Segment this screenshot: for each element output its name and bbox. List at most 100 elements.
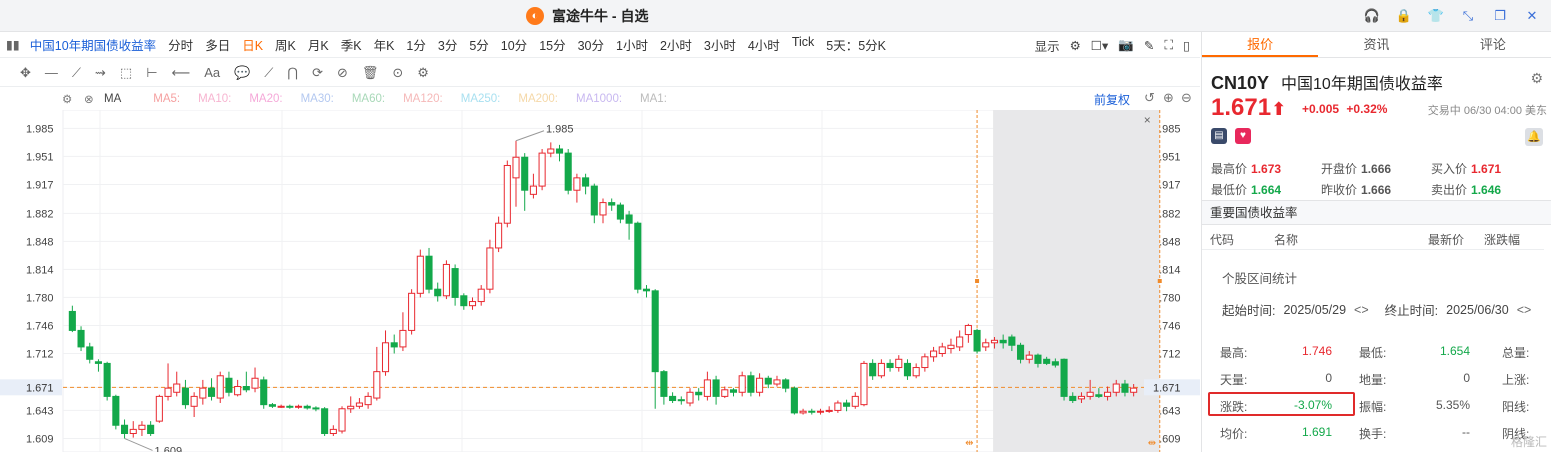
drawing-tool-icon[interactable]: ✥ <box>20 65 31 81</box>
end-date[interactable]: 2025/06/30 <box>1446 303 1509 317</box>
period-tab[interactable]: Tick <box>786 35 820 54</box>
period-tab[interactable]: 1分 <box>400 35 431 54</box>
candle-body <box>364 395 372 406</box>
drawing-tool-icon[interactable]: ⟳ <box>312 65 323 81</box>
shirt-icon[interactable]: 👕 <box>1427 7 1445 25</box>
favorite-heart-icon[interactable]: ♥ <box>1235 128 1251 144</box>
pen-icon[interactable]: ✎ <box>1144 38 1154 53</box>
candle-body <box>1086 391 1094 397</box>
ma-item[interactable]: MA10: <box>198 93 231 105</box>
layout-icon[interactable]: ☐▾ <box>1091 38 1108 53</box>
candle-body <box>495 222 503 249</box>
ma-item[interactable]: MA5: <box>153 93 180 105</box>
restore-mode-label[interactable]: 前复权 <box>1094 91 1130 108</box>
stat-value: -- <box>1462 425 1470 439</box>
drawing-tool-icon[interactable]: ⬚ <box>120 65 132 81</box>
drawing-tool-icon[interactable]: ⊙ <box>392 65 403 81</box>
kline-chart[interactable]: 1.985 1.985 1.951 1.951 1.917 1.917 1.882 1.882… <box>0 109 1200 455</box>
shrink-icon[interactable]: ⤡ <box>1459 7 1477 25</box>
ma-item[interactable]: MA120: <box>403 93 443 105</box>
period-tab[interactable]: 3小时 <box>698 35 742 54</box>
ma-item[interactable]: MA1: <box>640 93 667 105</box>
candle-body <box>312 407 320 410</box>
lock-icon[interactable]: 🔒 <box>1395 7 1413 25</box>
ma-item[interactable]: MA30: <box>301 93 334 105</box>
candle-body <box>451 268 459 298</box>
sidebar-toggle-icon[interactable]: ▮▮ <box>0 37 26 52</box>
panel-tab[interactable]: 报价 <box>1202 32 1319 57</box>
drawing-tool-icon[interactable]: ⇝ <box>95 65 106 81</box>
candle-body <box>138 424 146 430</box>
period-tab[interactable]: 1小时 <box>610 35 654 54</box>
stat-label: 上涨: <box>1502 373 1530 387</box>
candle-body <box>329 428 337 435</box>
drawing-tool-icon[interactable]: — <box>45 65 58 80</box>
panel-tab[interactable]: 资讯 <box>1318 32 1434 57</box>
list-column-header[interactable]: 代码 <box>1210 231 1234 248</box>
gear-icon[interactable]: ⚙ <box>1530 70 1543 87</box>
drawing-tool-icon[interactable]: 🗑 <box>362 65 379 81</box>
candle-body <box>155 395 163 422</box>
drawing-tool-icon[interactable]: ⊘ <box>337 65 348 81</box>
period-tab[interactable]: 多日 <box>199 35 236 54</box>
drawing-tool-icon[interactable]: Aa <box>204 65 220 80</box>
quote-value: 1.666 <box>1361 162 1392 176</box>
drawing-tool-icon[interactable]: ⊢ <box>146 65 157 81</box>
period-tab[interactable]: 年K <box>368 35 401 54</box>
camera-icon[interactable]: 📷 <box>1118 38 1134 53</box>
restore-icon[interactable]: ❐ <box>1491 7 1509 25</box>
zoom-in-icon[interactable]: ⊕ <box>1163 90 1174 106</box>
candle-body <box>260 379 268 406</box>
period-tab[interactable]: 10分 <box>495 35 533 54</box>
zoom-out-icon[interactable]: ⊖ <box>1181 90 1192 106</box>
start-adjust-icon[interactable]: <> <box>1354 303 1369 317</box>
candle-body <box>286 405 294 408</box>
undo-icon[interactable]: ↺ <box>1144 90 1155 106</box>
panel-toggle-icon[interactable]: ▯ <box>1183 38 1190 53</box>
period-tab[interactable]: 4小时 <box>742 35 786 54</box>
headset-icon[interactable]: 🎧 <box>1363 7 1381 25</box>
ma-close-icon[interactable]: ⊗ <box>84 92 94 106</box>
list-column-header[interactable]: 最新价 <box>1428 231 1464 248</box>
ma-item[interactable]: MA200: <box>518 93 558 105</box>
period-tab[interactable]: 3分 <box>432 35 463 54</box>
period-tab[interactable]: 30分 <box>572 35 610 54</box>
period-tab[interactable]: 日K <box>236 35 269 54</box>
fullscreen-icon[interactable]: ⛶ <box>1164 38 1173 53</box>
up-arrow-icon: ⬆ <box>1271 99 1287 119</box>
panel-tab[interactable]: 评论 <box>1435 32 1551 57</box>
list-column-header[interactable]: 涨跌幅 <box>1484 231 1520 248</box>
stat-value: 0 <box>1325 371 1332 385</box>
end-adjust-icon[interactable]: <> <box>1517 303 1532 317</box>
period-tab[interactable]: 季K <box>335 35 368 54</box>
ma-item[interactable]: MA60: <box>352 93 385 105</box>
start-date[interactable]: 2025/05/29 <box>1283 303 1346 317</box>
drawing-tool-icon[interactable]: ⋂ <box>287 65 298 81</box>
drawing-tool-icon[interactable]: ⟋ <box>264 65 273 81</box>
bell-icon[interactable]: 🔔 <box>1525 128 1543 146</box>
drawing-tool-icon[interactable]: ⟋ <box>72 65 81 81</box>
stock-name-link[interactable]: 中国10年期国债收益率 <box>26 35 162 54</box>
highlight-box <box>1208 392 1355 416</box>
ma-item[interactable]: MA1000: <box>576 93 622 105</box>
ma-item[interactable]: MA250: <box>461 93 501 105</box>
drawing-tool-icon[interactable]: ⚙ <box>417 65 429 81</box>
ma-settings-icon[interactable]: ⚙ <box>62 92 72 106</box>
list-column-header[interactable]: 名称 <box>1274 231 1298 248</box>
period-tab[interactable]: 2小时 <box>654 35 698 54</box>
period-tab[interactable]: 周K <box>269 35 302 54</box>
display-menu[interactable]: 显示 <box>1035 36 1060 55</box>
close-icon[interactable]: ✕ <box>1523 7 1541 25</box>
drawing-tool-icon[interactable]: 💬 <box>234 65 250 81</box>
drawing-tool-icon[interactable]: ⟵ <box>172 65 191 81</box>
period-tab[interactable]: 15分 <box>533 35 571 54</box>
note-icon[interactable]: ▤ <box>1211 128 1227 144</box>
period-tab[interactable]: 5天：5分K <box>820 35 892 54</box>
settings-icon[interactable]: ⚙ <box>1070 38 1081 53</box>
period-tab[interactable]: 分时 <box>162 35 199 54</box>
kline-chart-svg[interactable]: 1.985 1.9851.951 1.9511.917 1.9171.882 1.882… <box>0 109 1200 455</box>
ma-item[interactable]: MA20: <box>249 93 282 105</box>
period-tab[interactable]: 5分 <box>463 35 494 54</box>
period-tab[interactable]: 月K <box>302 35 335 54</box>
period-toolbar: ▮▮ 中国10年期国债收益率 分时 多日 日K 周K 月K 季K 年K 1分 3分 5分 10分 15… <box>0 32 1200 58</box>
